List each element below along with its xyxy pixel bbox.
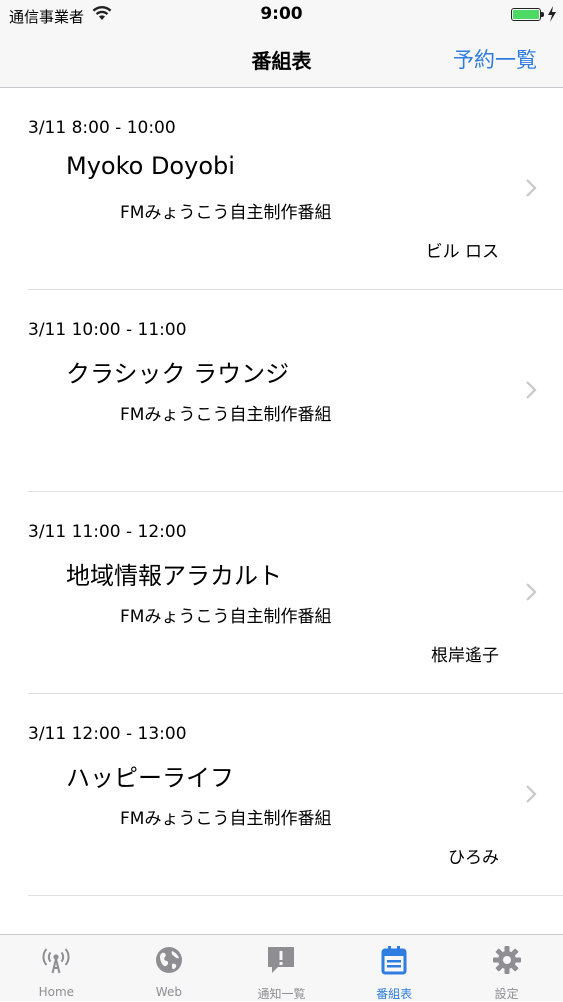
row-divider bbox=[28, 895, 563, 896]
chevron-right-icon bbox=[526, 179, 537, 197]
program-row[interactable]: 3/11 11:00 - 12:00 地域情報アラカルト FMみょうこう自主制作… bbox=[0, 492, 563, 694]
battery-tip bbox=[541, 12, 544, 17]
program-time: 3/11 11:00 - 12:00 bbox=[28, 522, 187, 542]
program-title: ハッピーライフ bbox=[66, 764, 234, 792]
program-title: クラシック ラウンジ bbox=[66, 360, 290, 388]
tab-web[interactable]: Web bbox=[113, 935, 226, 1001]
tab-bar: Home Web 通知一覧 番組表 設定 bbox=[0, 934, 563, 1001]
broadcast-icon bbox=[42, 948, 70, 974]
program-station: FMみょうこう自主制作番組 bbox=[120, 809, 332, 829]
globe-icon bbox=[155, 947, 182, 973]
program-host: ひろみ bbox=[448, 848, 499, 868]
program-row[interactable]: 3/11 10:00 - 11:00 クラシック ラウンジ FMみょうこう自主制… bbox=[0, 290, 563, 492]
program-row[interactable]: 3/11 12:00 - 13:00 ハッピーライフ FMみょうこう自主制作番組… bbox=[0, 694, 563, 896]
clock: 9:00 bbox=[260, 4, 303, 24]
program-time: 3/11 8:00 - 10:00 bbox=[28, 118, 176, 138]
program-row[interactable]: 3/11 8:00 - 10:00 Myoko Doyobi FMみょうこう自主… bbox=[0, 88, 563, 290]
chevron-right-icon bbox=[526, 785, 537, 803]
tab-label: 通知一覧 bbox=[257, 987, 306, 1001]
program-title: 地域情報アラカルト bbox=[66, 562, 282, 590]
program-station: FMみょうこう自主制作番組 bbox=[120, 405, 332, 425]
status-bar: 通信事業者 9:00 bbox=[0, 0, 563, 30]
tab-notifications[interactable]: 通知一覧 bbox=[225, 935, 338, 1001]
program-title: Myoko Doyobi bbox=[66, 152, 235, 180]
battery-icon bbox=[511, 8, 541, 21]
calendar-icon bbox=[381, 946, 407, 975]
program-host: ビル ロス bbox=[425, 242, 499, 262]
tab-label: Web bbox=[155, 985, 182, 999]
tab-home[interactable]: Home bbox=[0, 935, 113, 1001]
program-time: 3/11 12:00 - 13:00 bbox=[28, 724, 187, 744]
charging-bolt-icon bbox=[548, 6, 556, 22]
program-list: 3/11 8:00 - 10:00 Myoko Doyobi FMみょうこう自主… bbox=[0, 88, 563, 934]
navigation-bar: 番組表 予約一覧 bbox=[0, 30, 563, 88]
program-station: FMみょうこう自主制作番組 bbox=[120, 607, 332, 627]
program-time: 3/11 10:00 - 11:00 bbox=[28, 320, 187, 340]
reservation-list-button[interactable]: 予約一覧 bbox=[453, 44, 537, 74]
chevron-right-icon bbox=[526, 381, 537, 399]
program-station: FMみょうこう自主制作番組 bbox=[120, 203, 332, 223]
tab-label: 設定 bbox=[494, 987, 519, 1001]
tab-schedule[interactable]: 番組表 bbox=[338, 935, 451, 1001]
program-host: 根岸遙子 bbox=[431, 646, 499, 666]
notification-icon bbox=[268, 947, 295, 973]
tab-settings[interactable]: 設定 bbox=[450, 935, 563, 1001]
gear-icon bbox=[492, 946, 521, 974]
tab-label: Home bbox=[38, 985, 75, 999]
chevron-right-icon bbox=[526, 583, 537, 601]
tab-label: 番組表 bbox=[376, 987, 413, 1001]
